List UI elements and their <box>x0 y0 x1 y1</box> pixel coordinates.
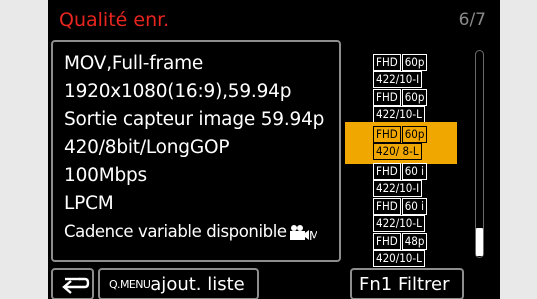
details-panel: MOV,Full-frame 1920x1080(16:9),59.94p So… <box>51 40 341 262</box>
option-fhd-48p-420-10-l[interactable]: FHD 48p 420/10-L <box>345 229 457 271</box>
device-bezel-right <box>500 0 537 299</box>
back-button[interactable] <box>51 268 94 299</box>
badge-fps: 60p <box>401 54 428 71</box>
menu-title: Qualité enr. <box>59 9 170 31</box>
badge-spec: 420/10-L <box>373 250 425 267</box>
fn1-label: Fn1 <box>359 274 393 295</box>
badge-res: FHD <box>373 54 401 71</box>
quality-badge: FHD 60 i 422/10-L <box>373 198 431 232</box>
badge-fps: 60 i <box>401 163 428 180</box>
badge-res: FHD <box>373 126 401 143</box>
scrollbar-track[interactable] <box>475 50 484 258</box>
quality-badge: FHD 60p 422/10-L <box>373 89 431 123</box>
badge-fps: 48p <box>401 233 428 250</box>
badge-res: FHD <box>373 198 401 215</box>
detail-resolution: 1920x1080(16:9),59.94p <box>64 81 292 102</box>
badge-spec: 422/10-L <box>373 106 425 123</box>
camera-screen: Qualité enr. 6/7 MOV,Full-frame 1920x108… <box>48 0 500 299</box>
quality-badge: FHD 60 i 422/10-I <box>373 163 431 197</box>
svg-text:M: M <box>309 229 317 242</box>
device-bezel-left <box>0 0 48 299</box>
option-fhd-60p-420-8-l-selected[interactable]: FHD 60p 420/ 8-L <box>345 122 457 164</box>
badge-spec: 420/ 8-L <box>373 143 422 160</box>
detail-codec: 420/8bit/LongGOP <box>64 137 230 158</box>
detail-audio: LPCM <box>64 193 114 214</box>
badge-fps: 60p <box>401 89 428 106</box>
movie-camera-icon: M <box>289 224 317 242</box>
page-indicator: 6/7 <box>458 10 486 30</box>
badge-res: FHD <box>373 233 401 250</box>
filter-button[interactable]: Fn1 Filtrer <box>350 268 464 299</box>
filter-label: Filtrer <box>397 274 450 295</box>
quality-badge: FHD 60p 420/ 8-L <box>373 126 431 160</box>
detail-bitrate: 100Mbps <box>64 165 147 186</box>
option-fhd-60p-422-10-l[interactable]: FHD 60p 422/10-L <box>345 85 457 127</box>
scrollbar-thumb[interactable] <box>476 228 483 256</box>
qmenu-label: Q.MENU <box>109 278 151 291</box>
detail-vfr: Cadence variable disponible M <box>64 218 339 246</box>
add-list-label: ajout. liste <box>150 274 245 295</box>
badge-fps: 60 i <box>401 198 428 215</box>
add-to-list-button[interactable]: Q.MENUajout. liste <box>98 268 259 299</box>
quality-badge: FHD 60p 422/10-I <box>373 54 431 88</box>
badge-fps: 60p <box>401 126 428 143</box>
detail-sensor-output: Sortie capteur image 59.94p <box>64 109 325 130</box>
badge-res: FHD <box>373 89 401 106</box>
quality-badge: FHD 48p 420/10-L <box>373 233 431 267</box>
detail-vfr-label: Cadence variable disponible <box>64 222 287 241</box>
badge-res: FHD <box>373 163 401 180</box>
return-arrow-icon <box>62 277 90 294</box>
detail-format: MOV,Full-frame <box>64 53 204 74</box>
